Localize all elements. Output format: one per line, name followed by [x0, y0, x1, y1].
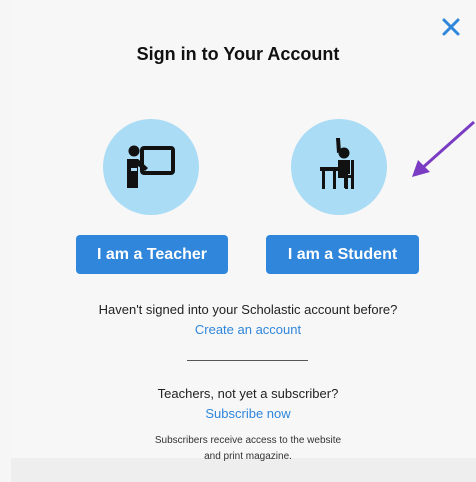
close-icon	[442, 18, 460, 36]
teacher-button[interactable]: I am a Teacher	[76, 235, 228, 274]
subscriber-note-line-1: Subscribers receive access to the websit…	[154, 435, 342, 446]
new-account-prompt: Haven't signed into your Scholastic acco…	[98, 302, 398, 317]
modal-title: Sign in to Your Account	[136, 44, 340, 64]
close-button[interactable]	[440, 16, 462, 38]
student-button[interactable]: I am a Student	[266, 235, 419, 274]
teacher-role-circle[interactable]	[103, 119, 199, 215]
annotation-arrow-icon	[412, 120, 475, 177]
subscribe-now-link[interactable]: Subscribe now	[0, 406, 476, 421]
subscriber-prompt: Teachers, not yet a subscriber?	[157, 386, 339, 401]
section-divider	[187, 360, 308, 361]
subscriber-note-line-2: and print magazine.	[204, 451, 292, 462]
student-at-desk-icon	[320, 138, 354, 189]
teacher-at-board-icon	[127, 145, 175, 188]
student-role-circle[interactable]	[291, 119, 387, 215]
create-account-link[interactable]: Create an account	[0, 322, 476, 337]
